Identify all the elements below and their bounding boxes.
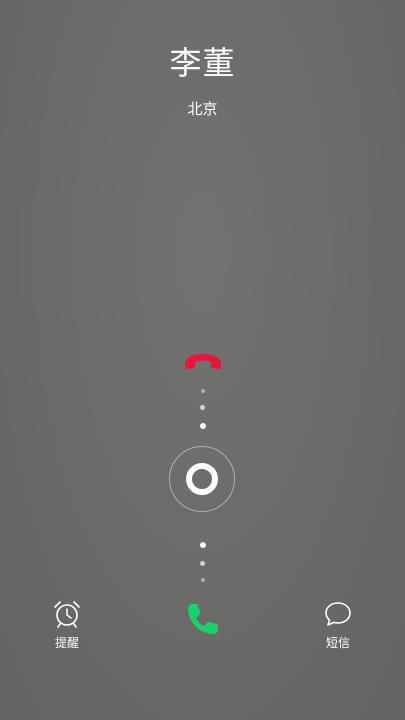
phone-hangup-icon[interactable] — [182, 351, 224, 371]
swipe-guide-dot — [200, 542, 206, 548]
caller-name: 李董 — [169, 44, 236, 82]
swipe-guide-dot — [200, 561, 205, 566]
swipe-guide-dot — [200, 423, 206, 429]
alarm-clock-icon — [54, 601, 80, 628]
chat-bubble-icon — [325, 602, 351, 626]
caller-location: 北京 — [187, 100, 218, 118]
message-label: 短信 — [325, 636, 350, 650]
remind-button[interactable]: 提醒 — [37, 600, 97, 651]
swipe-guide-dot — [200, 405, 205, 410]
swipe-guide-dot — [201, 578, 205, 582]
incoming-call-screen: 李董 北京 提醒 短信 — [0, 0, 405, 720]
phone-answer-icon[interactable] — [186, 602, 220, 636]
remind-label: 提醒 — [54, 636, 79, 650]
message-button[interactable]: 短信 — [308, 600, 368, 651]
swipe-guide-dot — [201, 389, 205, 393]
answer-slider-handle[interactable] — [186, 463, 218, 495]
